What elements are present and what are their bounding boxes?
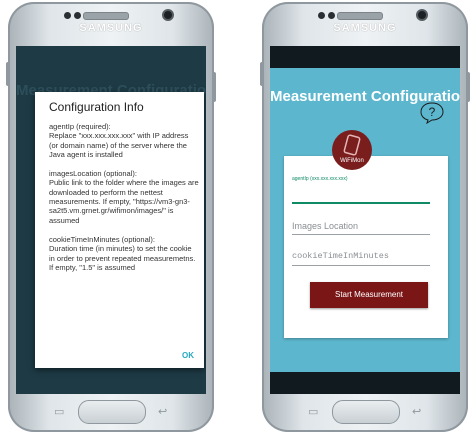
back-icon[interactable]: ↩ [412,405,421,418]
images-location-info: imagesLocation (optional): Public link t… [49,169,199,225]
cookie-time-underline [292,265,430,266]
config-form [284,156,448,338]
navigation-bar [270,372,460,394]
power-button [466,72,470,102]
brand-logo: SAMSUNG [79,22,143,34]
agent-ip-label: agentIp (xxx.xxx.xxx.xxx) [292,176,348,182]
dialog-title: Configuration Info [49,100,144,114]
speaker-grille [337,12,383,20]
power-button [212,72,216,102]
right-screen: Measurement Configuration ? WiFiMon agen… [270,46,460,394]
home-button[interactable] [78,400,146,424]
wifimon-logo [332,130,372,170]
back-icon[interactable]: ↩ [158,405,167,418]
left-screen: Measurement Configuration Configuration … [16,46,206,394]
status-bar [270,46,460,68]
agent-ip-info: agentIp (required): Replace "xxx.xxx.xxx… [49,122,189,159]
volume-button [6,62,10,86]
sensor-icon [64,12,71,19]
images-location-field[interactable]: Images Location [292,221,358,231]
right-phone: SAMSUNG Measurement Configuration ? WiFi… [260,2,470,432]
agent-ip-field[interactable] [292,202,430,204]
help-icon[interactable]: ? [420,102,444,124]
cookie-info: cookieTimeInMinutes (optional): Duration… [49,234,196,272]
front-camera-icon [162,9,174,21]
front-camera-icon [416,9,428,21]
logo-text: WiFiMon [340,158,364,164]
cookie-time-field[interactable]: cookieTimeInMinutes [292,251,389,261]
home-button[interactable] [332,400,400,424]
phone-icon [343,134,361,156]
volume-button [260,62,264,86]
svg-text:?: ? [429,105,436,119]
recent-apps-icon[interactable]: ▭ [54,405,64,418]
brand-logo: SAMSUNG [333,22,397,34]
sensor-icon [318,12,325,19]
config-info-dialog: Configuration Info agentIp (required): R… [35,92,204,368]
sensor-icon [328,12,335,19]
dialog-body: agentIp (required): Replace "xxx.xxx.xxx… [49,122,199,282]
left-phone: SAMSUNG Measurement Configuration Config… [6,2,216,432]
sensor-icon [74,12,81,19]
ok-button[interactable]: OK [182,351,194,360]
start-measurement-button[interactable]: Start Measurement [310,282,428,308]
recent-apps-icon[interactable]: ▭ [308,405,318,418]
images-location-underline [292,234,430,235]
speaker-grille [83,12,129,20]
